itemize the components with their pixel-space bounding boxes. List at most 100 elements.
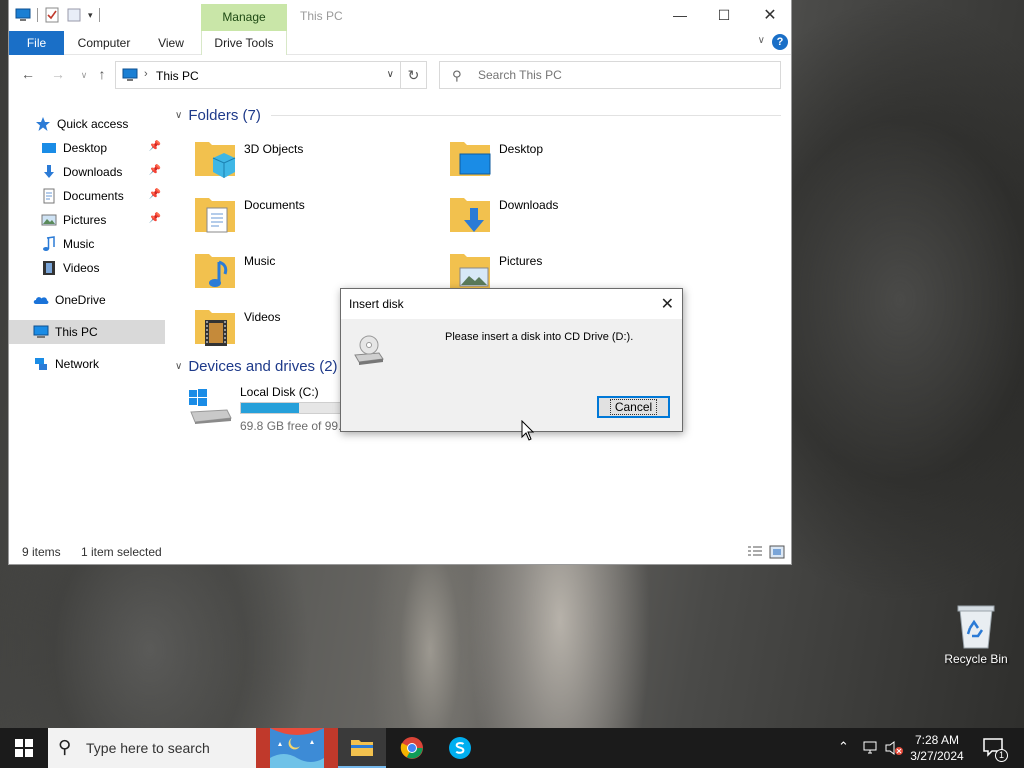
film-strip-icon: [43, 261, 55, 275]
windows-drive-icon: [189, 389, 232, 424]
recycle-bin-desktop-icon[interactable]: Recycle Bin: [940, 600, 1012, 672]
folder-item-desktop[interactable]: Desktop: [448, 136, 668, 186]
sidebar-item-label: OneDrive: [55, 293, 106, 307]
minimize-button[interactable]: —: [657, 0, 703, 31]
start-button[interactable]: [0, 728, 48, 768]
sidebar-item-pictures[interactable]: Pictures 📌: [9, 208, 165, 232]
sidebar-item-this-pc[interactable]: This PC: [9, 320, 165, 344]
toolbar-separator: [37, 8, 38, 22]
mouse-pointer-icon: [521, 420, 535, 441]
taskbar-file-explorer[interactable]: [338, 728, 386, 768]
taskbar-search-input[interactable]: [86, 739, 246, 757]
folder-item-downloads[interactable]: Downloads: [448, 192, 668, 242]
action-center-button[interactable]: 1: [978, 728, 1018, 768]
volume-muted-icon[interactable]: [884, 740, 904, 756]
sidebar-item-onedrive[interactable]: OneDrive: [9, 288, 165, 312]
folder-item-documents[interactable]: Documents: [193, 192, 413, 242]
network-icon: [35, 358, 47, 370]
system-clock[interactable]: 7:28 AM 3/27/2024: [902, 732, 972, 764]
taskbar-chrome[interactable]: [388, 728, 436, 768]
expand-ribbon-chevron-icon[interactable]: ∨: [758, 35, 765, 46]
up-arrow-icon[interactable]: ↑: [91, 66, 113, 84]
drive-free-space: 69.8 GB free of 99.3: [240, 419, 349, 433]
show-hidden-icons-chevron-icon[interactable]: ⌃: [838, 739, 849, 768]
customize-toolbar-chevron-icon[interactable]: ▾: [88, 10, 93, 21]
sidebar-item-quick-access[interactable]: Quick access: [9, 112, 165, 136]
star-icon: [36, 117, 50, 131]
taskbar-skype[interactable]: [436, 728, 484, 768]
network-status-icon[interactable]: [862, 740, 880, 756]
refresh-button[interactable]: ↻: [400, 61, 427, 89]
chrome-icon: [400, 737, 423, 759]
back-arrow-icon[interactable]: ←: [17, 66, 39, 84]
pin-icon[interactable]: 📌: [149, 189, 161, 200]
pin-icon[interactable]: 📌: [149, 213, 161, 224]
sidebar-item-downloads[interactable]: Downloads 📌: [9, 160, 165, 184]
group-title: Devices and drives (2): [188, 358, 338, 375]
toolbar-separator: [98, 8, 100, 22]
new-folder-icon[interactable]: [66, 7, 82, 23]
sidebar-item-music[interactable]: Music: [9, 232, 165, 256]
sidebar-item-label: Videos: [63, 261, 100, 275]
devices-group-header[interactable]: ∨ Devices and drives (2): [175, 358, 338, 375]
dialog-close-icon[interactable]: ✕: [661, 294, 674, 314]
details-view-icon[interactable]: [747, 545, 763, 559]
address-bar[interactable]: › This PC ∨: [115, 61, 401, 89]
taskbar-search-box[interactable]: ⚲: [48, 728, 256, 768]
sidebar-item-label: Documents: [63, 189, 124, 203]
search-highlight-illustration[interactable]: [256, 728, 338, 768]
ribbon-tabs: File Computer View Drive Tools ∨ ?: [9, 31, 791, 55]
recycle-bin-label: Recycle Bin: [944, 652, 1008, 666]
search-box[interactable]: ⚲: [439, 61, 781, 89]
large-icons-view-icon[interactable]: [769, 545, 785, 559]
quick-access-toolbar: ▾: [15, 7, 100, 23]
3d-objects-folder-icon: [195, 142, 236, 178]
navigation-pane: Quick access Desktop 📌 Downloads 📌 Docum…: [9, 104, 165, 534]
collapse-chevron-icon[interactable]: ∨: [175, 110, 182, 121]
picture-icon: [41, 214, 57, 226]
group-title: Folders (7): [188, 107, 261, 124]
videos-folder-icon: [195, 310, 235, 346]
computer-icon: [33, 325, 49, 338]
manage-tab[interactable]: Manage: [201, 4, 287, 31]
desktop-folder-icon: [450, 142, 491, 176]
tab-drive-tools[interactable]: Drive Tools: [201, 31, 287, 55]
tab-computer[interactable]: Computer: [71, 31, 137, 55]
address-dropdown-chevron-icon[interactable]: ∨: [387, 69, 394, 80]
breadcrumb-this-pc[interactable]: This PC: [156, 69, 199, 83]
folder-name: Documents: [244, 198, 305, 212]
maximize-button[interactable]: ☐: [701, 0, 747, 31]
sidebar-item-network[interactable]: Network: [9, 352, 165, 376]
cancel-button[interactable]: Cancel: [597, 396, 670, 418]
search-input[interactable]: [478, 67, 768, 83]
status-item-count: 9 items: [22, 545, 61, 559]
tab-view[interactable]: View: [149, 31, 193, 55]
sidebar-item-label: Desktop: [63, 141, 108, 155]
search-icon: ⚲: [452, 68, 462, 83]
status-bar: 9 items 1 item selected: [9, 540, 791, 564]
folders-group-header[interactable]: ∨ Folders (7): [175, 107, 781, 124]
tab-file[interactable]: File: [9, 31, 64, 55]
properties-icon[interactable]: [44, 7, 60, 23]
sidebar-item-documents[interactable]: Documents 📌: [9, 184, 165, 208]
group-divider: [270, 115, 781, 116]
pin-icon[interactable]: 📌: [149, 165, 161, 176]
drive-usage-fill: [241, 403, 299, 413]
collapse-chevron-icon[interactable]: ∨: [175, 361, 182, 372]
drive-name: Local Disk (C:): [240, 385, 319, 399]
download-arrow-icon: [44, 165, 54, 178]
downloads-folder-icon: [450, 198, 490, 232]
computer-icon[interactable]: [15, 7, 31, 23]
sidebar-item-desktop[interactable]: Desktop 📌: [9, 136, 165, 160]
breadcrumb-chevron-icon[interactable]: ›: [144, 68, 148, 80]
clock-date: 3/27/2024: [910, 749, 964, 763]
help-icon[interactable]: ?: [772, 34, 788, 50]
forward-arrow-icon[interactable]: →: [47, 66, 69, 84]
pin-icon[interactable]: 📌: [149, 141, 161, 152]
folder-item-3d-objects[interactable]: 3D Objects: [193, 136, 413, 186]
cd-drive-icon: [354, 335, 384, 365]
recycle-bin-icon: [957, 605, 995, 649]
music-note-icon: [43, 236, 55, 251]
close-button[interactable]: ✕: [747, 0, 793, 31]
sidebar-item-videos[interactable]: Videos: [9, 256, 165, 280]
